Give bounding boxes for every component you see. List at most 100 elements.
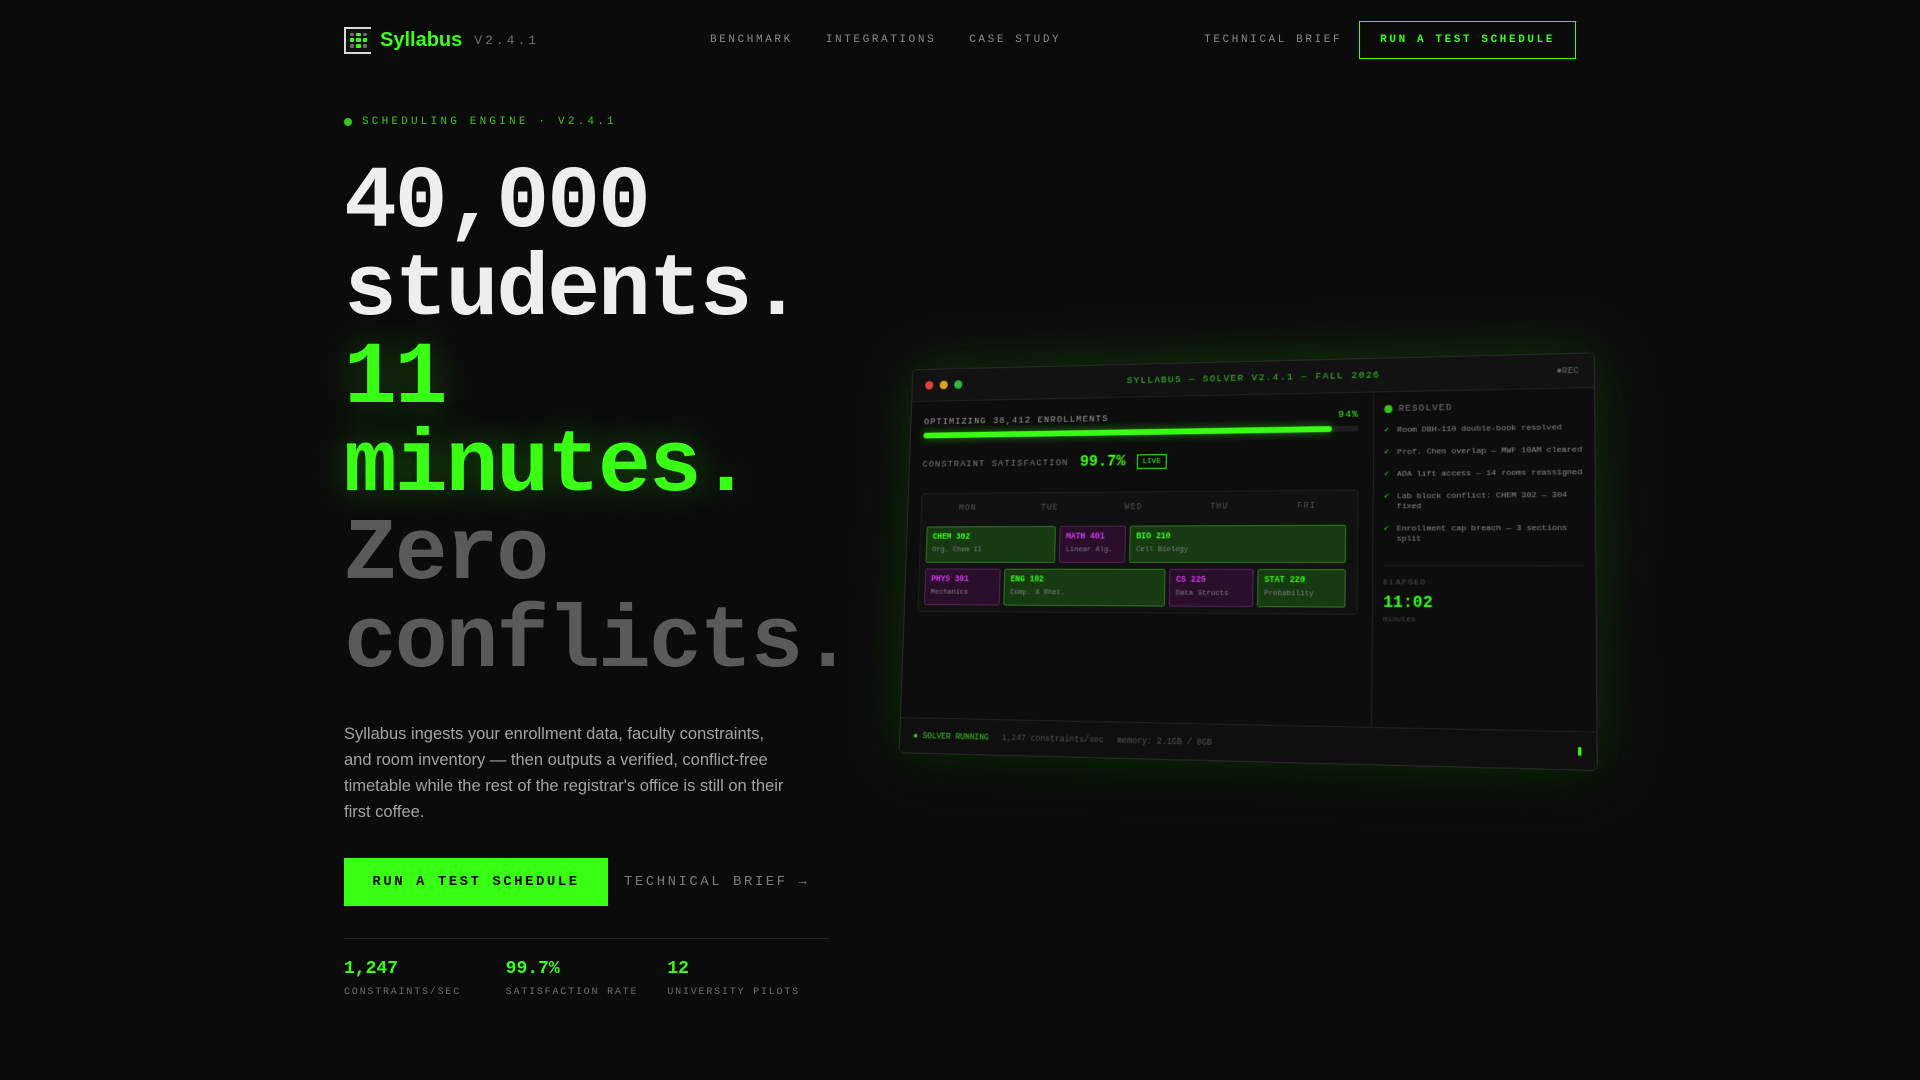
stat-label: CONSTRAINTS/SEC [344,987,462,998]
check-icon: ✓ [1384,448,1390,458]
nav-links: BENCHMARK INTEGRATIONS CASE STUDY [710,34,1061,46]
stat-value: 1,247 [344,959,399,979]
stat-label: UNIVERSITY PILOTS [667,987,800,998]
course-name: Comp. & Rhet. [1010,589,1066,598]
logo-grid-icon [344,26,371,54]
hero-cta-row: RUN A TEST SCHEDULE TECHNICAL BRIEF → [344,858,809,906]
course-name: Org. Chem II [932,546,982,555]
day-fri: FRI [1297,500,1317,511]
technical-brief-link[interactable]: TECHNICAL BRIEF → [624,874,809,890]
resolved-item: ✓ Prof. Chen overlap — MWF 10AM cleared [1384,445,1584,458]
resolved-text: Prof. Chen overlap — MWF 10AM cleared [1397,445,1583,457]
hero-description: Syllabus ingests your enrollment data, f… [344,725,784,821]
stat-value: 12 [667,959,689,979]
hero-headline: 40,000 students. 11 minutes. Zero confli… [344,160,864,688]
resolved-header: RESOLVED [1384,400,1583,414]
stat-value: 99.7% [505,959,560,979]
elapsed-label: ELAPSED [1383,578,1427,588]
dashboard-title: SYLLABUS — SOLVER V2.4.1 — FALL 2026 [1126,369,1381,387]
memory-usage: memory: 2.1GB / 8GB [1117,735,1213,748]
status-dot-icon [344,118,352,126]
solver-running-status: ● SOLVER RUNNING [912,730,989,743]
course-block[interactable]: MATH 401 Linear Alg. [1058,525,1127,563]
nav-link-technical-brief[interactable]: TECHNICAL BRIEF [1204,34,1342,46]
constraint-rate: 1,247 constraints/sec [1001,732,1104,745]
optimizing-label: OPTIMIZING 38,412 ENROLLMENTS [923,413,1109,428]
stat-constraints: 1,247 CONSTRAINTS/SEC [344,959,506,998]
nav-right: TECHNICAL BRIEF RUN A TEST SCHEDULE [1204,21,1576,59]
stats-row: 1,247 CONSTRAINTS/SEC 99.7% SATISFACTION… [344,938,829,998]
course-name: Probability [1264,590,1314,599]
satisfaction-row: CONSTRAINT SATISFACTION 99.7% LIVE [922,449,1359,472]
progress-fill [923,426,1332,439]
course-code: MATH 401 [1065,531,1105,542]
calendar-days: MON TUE WED THU FRI [927,501,1351,521]
elapsed-value: 11:02 [1383,593,1433,613]
course-block[interactable]: BIO 210 Cell Biology [1129,524,1347,564]
day-tue: TUE [1040,502,1059,513]
resolved-item: ✓ Lab block conflict: CHEM 302 — 304 fix… [1384,491,1584,513]
day-thu: THU [1209,501,1229,512]
course-block[interactable]: STAT 220 Probability [1257,568,1346,608]
check-icon: ✓ [1384,426,1390,436]
satisfaction-label: CONSTRAINT SATISFACTION [922,456,1069,470]
eyebrow-text: SCHEDULING ENGINE · V2.4.1 [362,116,617,128]
check-icon: ✓ [1383,524,1389,534]
elapsed-block: ELAPSED 11:02 minutes [1383,565,1585,626]
nav-run-test-button[interactable]: RUN A TEST SCHEDULE [1359,21,1576,59]
resolved-panel: RESOLVED ✓ Room DBH-110 double-book reso… [1371,387,1597,732]
nav-link-case-study[interactable]: CASE STUDY [969,34,1061,46]
course-code: STAT 220 [1264,575,1306,586]
top-nav: Syllabus V2.4.1 BENCHMARK INTEGRATIONS C… [344,20,1576,60]
calendar-row: CHEM 302 Org. Chem II MATH 401 Linear Al… [925,524,1351,564]
resolved-text: Room DBH-110 double-book resolved [1397,423,1562,435]
resolved-text: Lab block conflict: CHEM 302 — 304 fixed [1396,490,1568,512]
course-name: Linear Alg. [1065,546,1113,555]
course-code: CS 225 [1175,574,1206,585]
course-code: PHYS 301 [931,574,969,585]
headline-line-students: 40,000 students. [344,154,803,341]
window-minimize-icon [939,380,948,390]
day-wed: WED [1124,502,1143,512]
progress-percent: 94% [1338,408,1360,420]
course-name: Data Structs [1175,589,1229,598]
resolved-item: ✓ ADA lift access — 14 rooms reassigned [1384,468,1584,480]
day-mon: MON [958,503,977,513]
stat-satisfaction: 99.7% SATISFACTION RATE [506,959,668,998]
course-code: CHEM 302 [932,532,971,542]
nav-link-benchmark[interactable]: BENCHMARK [710,34,793,46]
nav-link-integrations[interactable]: INTEGRATIONS [826,34,936,46]
check-icon: ✓ [1383,492,1389,502]
course-name: Cell Biology [1135,546,1189,555]
course-name: Mechanics [930,588,969,597]
run-test-schedule-button[interactable]: RUN A TEST SCHEDULE [344,858,608,906]
calendar-row: PHYS 301 Mechanics ENG 102 Comp. & Rhet.… [924,568,1351,608]
stat-label: SATISFACTION RATE [505,987,639,998]
stat-pilots: 12 UNIVERSITY PILOTS [667,959,829,998]
headline-line-minutes: 11 minutes. [344,330,752,517]
course-block[interactable]: ENG 102 Comp. & Rhet. [1003,568,1166,607]
window-maximize-icon [954,380,963,389]
brand-name: Syllabus [380,28,463,51]
brand-version: V2.4.1 [474,32,540,48]
logo[interactable]: Syllabus V2.4.1 [344,26,540,54]
elapsed-unit: minutes [1383,616,1416,625]
resolved-label: RESOLVED [1398,402,1453,414]
course-block[interactable]: CS 225 Data Structs [1168,568,1254,608]
resolved-item: ✓ Room DBH-110 double-book resolved [1384,423,1584,436]
course-code: ENG 102 [1010,574,1045,585]
course-block[interactable]: CHEM 302 Org. Chem II [925,525,1056,563]
headline-line-conflicts: Zero conflicts. [344,506,854,693]
optimizing-row: OPTIMIZING 38,412 ENROLLMENTS 94% [924,409,1359,427]
course-block[interactable]: PHYS 301 Mechanics [924,568,1001,606]
check-icon: ✓ [1383,470,1389,480]
dashboard-main: OPTIMIZING 38,412 ENROLLMENTS 94% CONSTR… [901,393,1373,727]
live-badge: LIVE [1136,453,1167,469]
window-close-icon [925,380,934,390]
resolved-item: ✓ Enrollment cap breach — 3 sections spl… [1384,524,1585,545]
rec-indicator: ●REC [1556,365,1580,377]
progress-bar [923,425,1360,439]
resolved-text: ADA lift access — 14 rooms reassigned [1397,468,1583,480]
satisfaction-value: 99.7% [1079,452,1126,471]
resolved-dot-icon [1384,405,1393,414]
